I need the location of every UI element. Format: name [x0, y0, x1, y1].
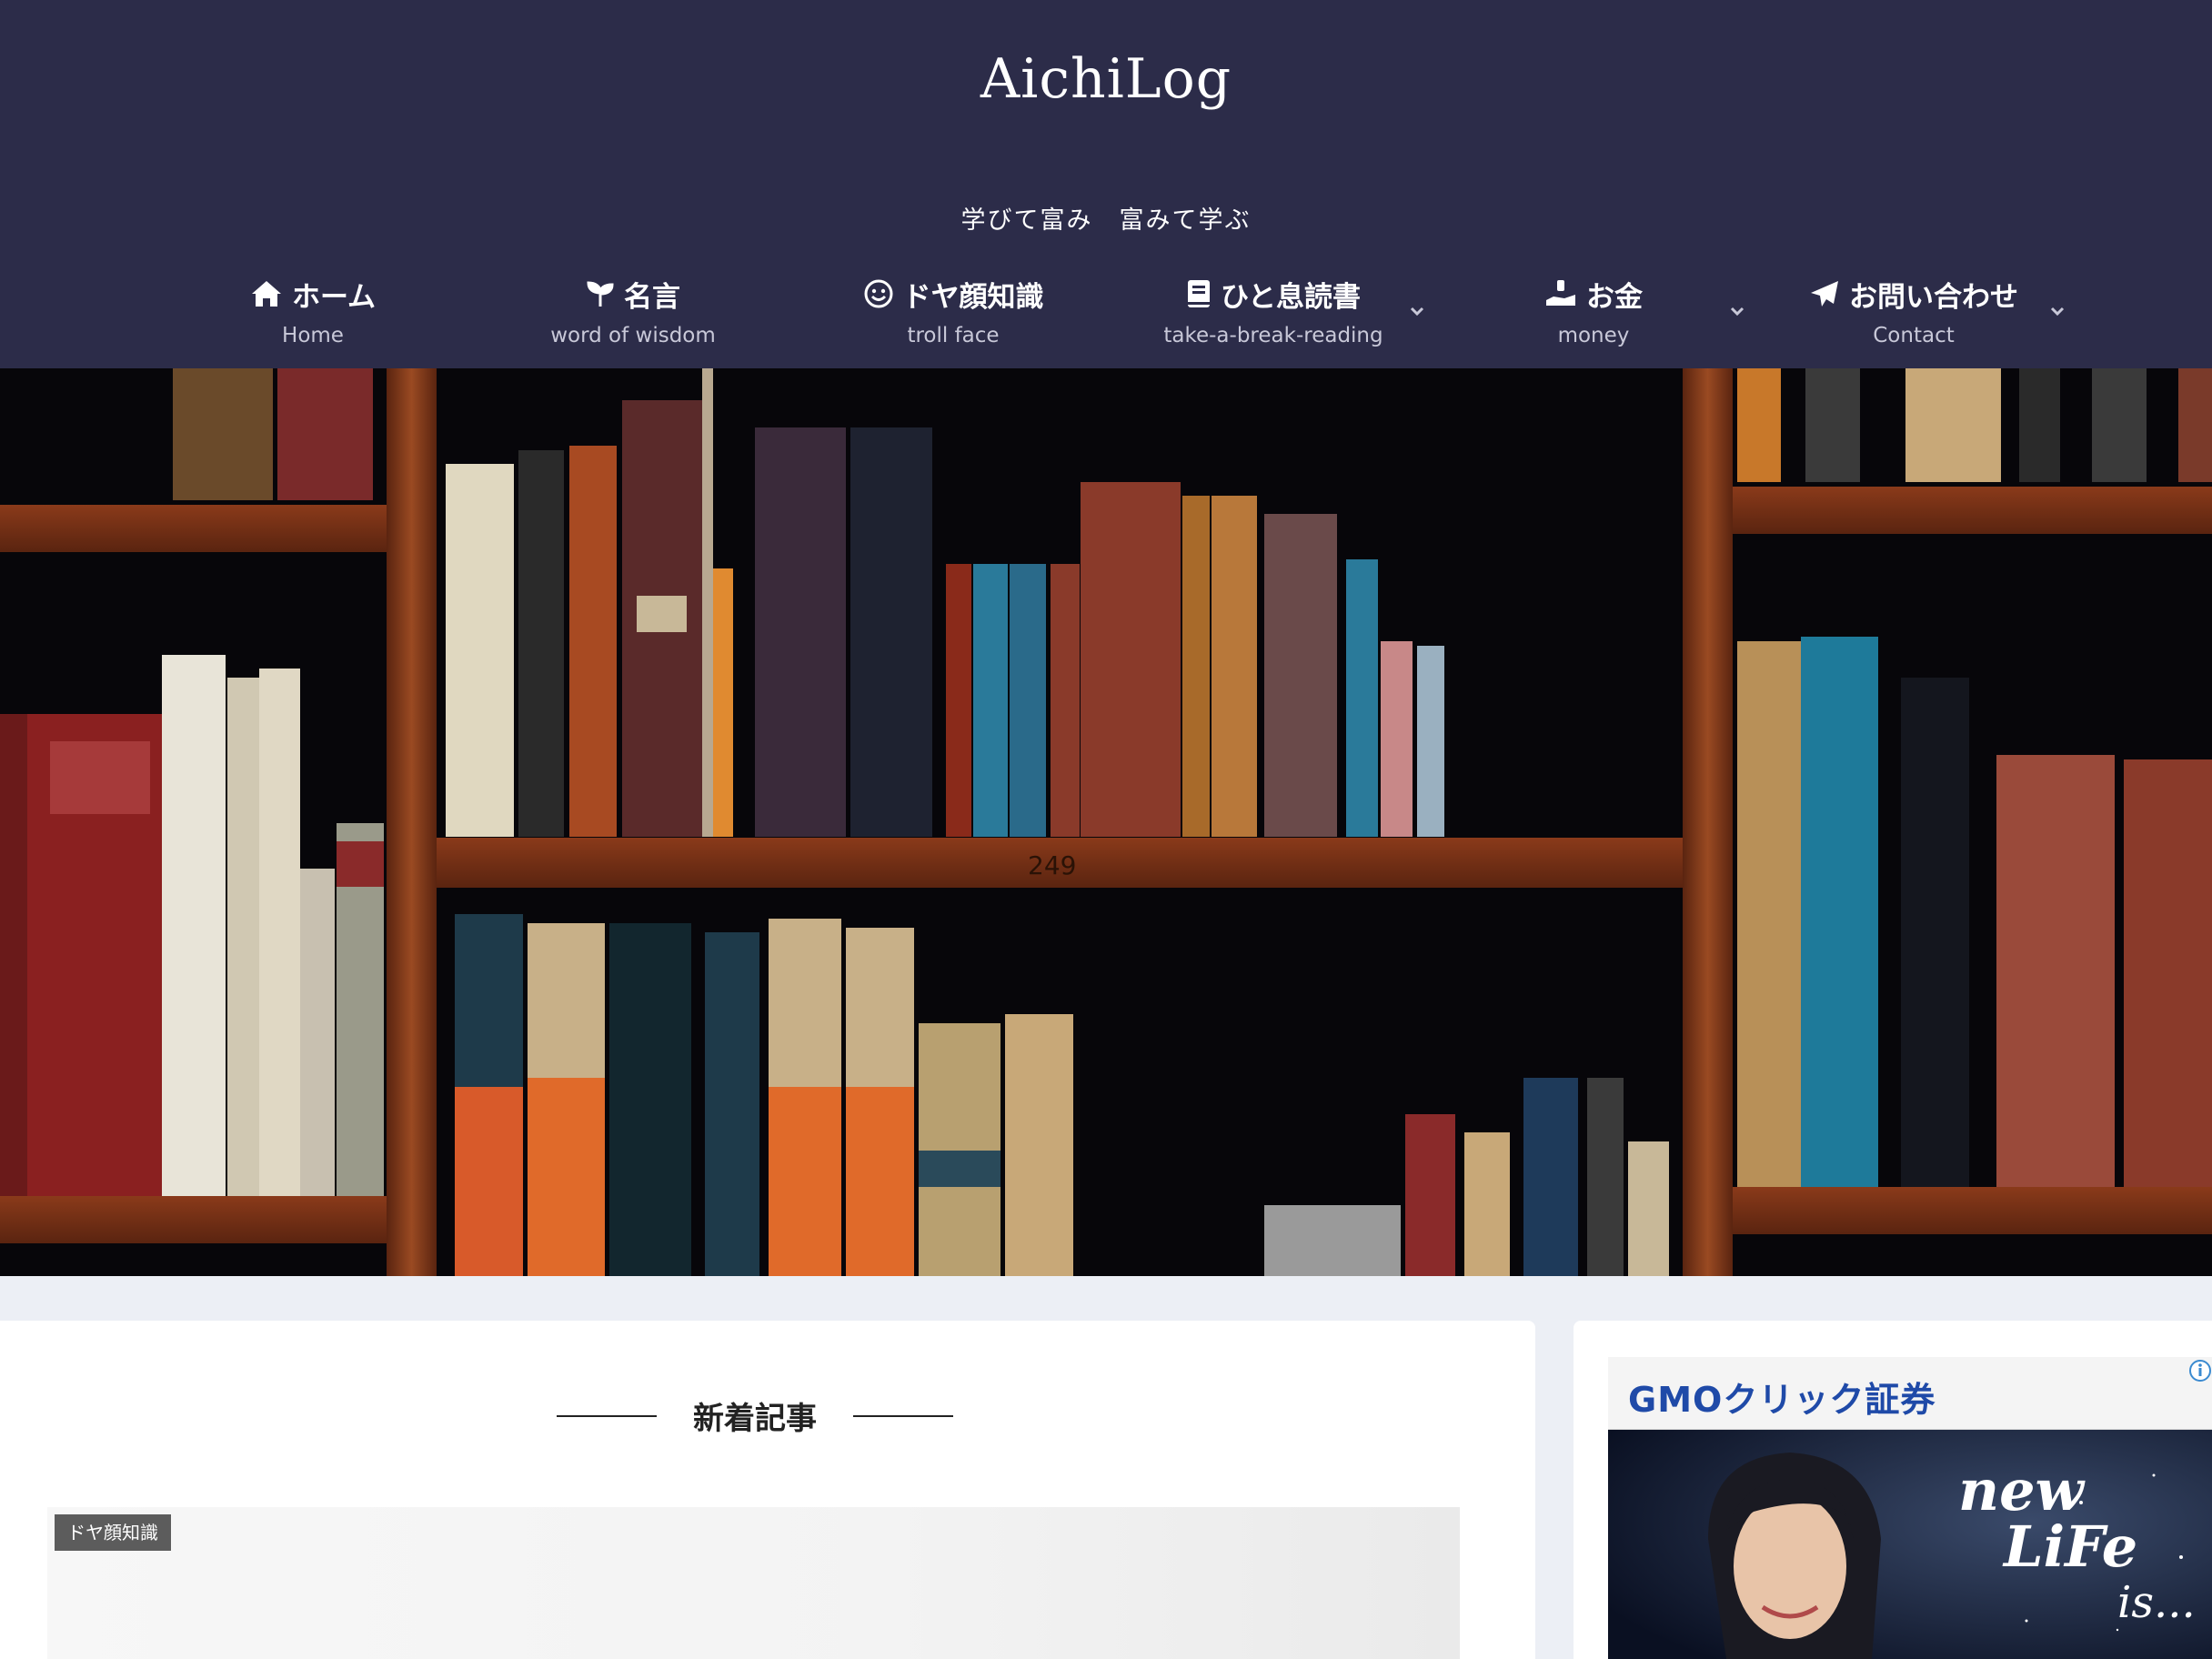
bookshelf-illustration: 249 — [0, 368, 2212, 1276]
nav-item-money[interactable]: お金 money — [1433, 264, 1754, 364]
sprout-icon — [587, 281, 614, 307]
section-title-new-posts: 新着記事 — [693, 1401, 817, 1437]
ad-slogan-line2: LiFe — [2004, 1513, 2138, 1580]
site-header: AichiLog 学びて富み 富みて学ぶ ホーム Home 名言 word of… — [0, 0, 2212, 368]
heading-rule-right — [853, 1414, 953, 1417]
global-nav: ホーム Home 名言 word of wisdom ドヤ顔知識 troll f… — [0, 264, 2212, 368]
ad-info-icon[interactable] — [2188, 1359, 2212, 1382]
main-content: 新着記事 ドヤ顔知識 — [0, 1321, 1535, 1659]
site-tagline: 学びて富み 富みて学ぶ — [960, 206, 1252, 235]
nav-item-home[interactable]: ホーム Home — [153, 264, 473, 364]
chevron-down-icon[interactable] — [1726, 300, 1748, 322]
post-category-badge[interactable]: ドヤ顔知識 — [55, 1514, 171, 1551]
chevron-down-icon[interactable] — [1406, 300, 1428, 322]
book-icon — [1187, 280, 1210, 307]
nav-item-reading[interactable]: ひと息読書 take-a-break-reading — [1113, 264, 1433, 364]
nav-item-wisdom[interactable]: 名言 word of wisdom — [473, 264, 793, 364]
paper-plane-icon — [1811, 281, 1838, 307]
ad-header-strip: GMOクリック証券 — [1608, 1357, 2212, 1430]
nav-item-troll-face[interactable]: ドヤ顔知識 troll face — [793, 264, 1113, 364]
nav-label: ひと息読書 — [1220, 280, 1362, 314]
post-card-thumbnail[interactable]: ドヤ顔知識 — [47, 1507, 1460, 1659]
nav-sublabel: word of wisdom — [550, 324, 716, 347]
nav-sublabel: Home — [282, 324, 344, 347]
smile-icon — [864, 279, 892, 308]
nav-sublabel: Contact — [1873, 324, 1955, 347]
chevron-down-icon[interactable] — [2046, 300, 2068, 322]
nav-label: ホーム — [291, 280, 377, 314]
nav-label: ドヤ顔知識 — [902, 280, 1044, 314]
nav-label: 名言 — [624, 280, 680, 314]
nav-item-contact[interactable]: お問い合わせ Contact — [1754, 264, 2074, 364]
home-icon — [251, 281, 281, 307]
nav-label: お問い合わせ — [1849, 280, 2018, 314]
sidebar-ad-banner[interactable]: GMOクリック証券 new LiFe is... — [1608, 1357, 2212, 1659]
hero-bookshelf-image: 249 — [0, 368, 2212, 1276]
site-title[interactable]: AichiLog — [0, 47, 2212, 111]
nav-sublabel: money — [1557, 324, 1630, 347]
nav-sublabel: troll face — [907, 324, 1000, 347]
hand-holding-money-icon — [1546, 280, 1575, 306]
heading-rule-left — [557, 1414, 657, 1417]
shelf-number-label: 249 — [1028, 850, 1076, 880]
ad-slogan-line3: is... — [2117, 1577, 2196, 1628]
nav-label: お金 — [1586, 280, 1643, 314]
sidebar: GMOクリック証券 new LiFe is... — [1574, 1321, 2212, 1659]
section-heading: 新着記事 — [0, 1393, 1510, 1438]
nav-sublabel: take-a-break-reading — [1163, 324, 1383, 347]
gmo-click-logo: GMOクリック証券 — [1628, 1380, 1936, 1420]
